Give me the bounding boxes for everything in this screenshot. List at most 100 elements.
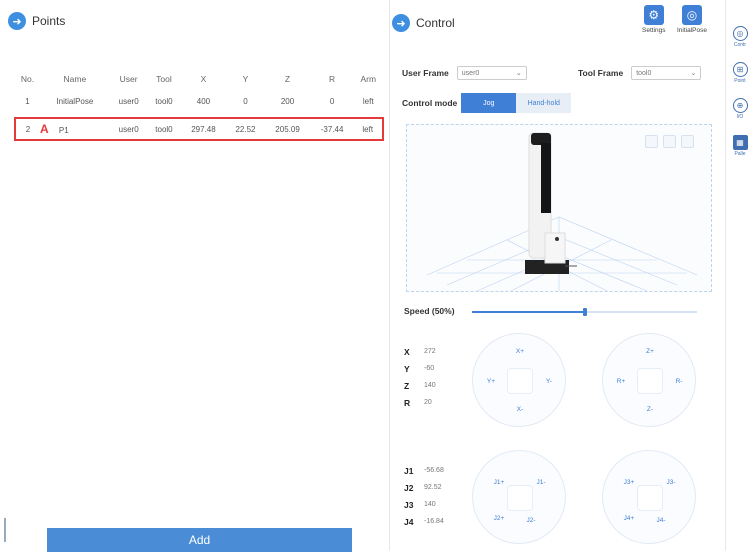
view-control-icon[interactable] xyxy=(681,135,694,148)
tool-frame-value: tool0 xyxy=(636,69,652,77)
coord-row: X 272 xyxy=(404,343,436,360)
sidebar-item-io[interactable]: ⊕ I/O xyxy=(729,98,750,120)
joint-row: J2 92.52 xyxy=(404,479,444,496)
sidebar-item-pallet[interactable]: ▦ Palle xyxy=(729,135,750,157)
column-header-x: X xyxy=(200,74,207,84)
sidebar-item-points[interactable]: ⊞ Point xyxy=(729,62,750,84)
cell-user: user0 xyxy=(109,117,148,141)
table-header-row: No. Name User Tool X Y Z R Arm xyxy=(15,68,383,90)
sidebar-item-label: Contr xyxy=(733,42,747,48)
column-header-user: User xyxy=(119,74,138,84)
jog-j1-plus-button[interactable]: J1+ xyxy=(487,479,511,486)
jog-pad-j1-j2: J1+ J1- J2+ J2- xyxy=(472,450,566,544)
joint-axis: J2 xyxy=(404,482,414,493)
cell-user: user0 xyxy=(118,96,139,106)
joint-value: -16.84 xyxy=(424,518,444,525)
jog-j3-minus-button[interactable]: J3- xyxy=(659,479,683,486)
tool-frame-select[interactable]: tool0 ⌄ xyxy=(631,66,702,80)
arrow-right-icon[interactable]: ➜ xyxy=(8,12,26,30)
initial-pose-button[interactable]: ◎ InitialPose xyxy=(677,5,707,34)
cell-name: A P1 xyxy=(40,117,110,141)
column-header-arm: Arm xyxy=(360,74,377,84)
joint-value: 92.52 xyxy=(424,484,442,491)
jog-x-minus-button[interactable]: X- xyxy=(508,406,532,413)
point-name: P1 xyxy=(58,126,69,135)
points-title: Points xyxy=(32,14,66,28)
joint-value: -56.68 xyxy=(424,467,444,474)
cell-x: 400 xyxy=(196,96,211,106)
control-header: ➜ Control xyxy=(392,14,455,32)
initial-pose-icon: ◎ xyxy=(682,5,702,25)
jog-j4-plus-button[interactable]: J4+ xyxy=(617,515,641,522)
cell-y: 22.52 xyxy=(226,117,265,141)
sidebar-item-label: I/O xyxy=(736,114,744,120)
jog-pad-j3-j4: J3+ J3- J4+ J4- xyxy=(602,450,696,544)
settings-button[interactable]: ⚙ Settings xyxy=(642,5,666,34)
cell-x: 297.48 xyxy=(180,117,227,141)
annotation-marker: A xyxy=(40,122,49,136)
cell-tool: tool0 xyxy=(147,117,181,141)
jog-j2-plus-button[interactable]: J2+ xyxy=(487,515,511,522)
jog-j1-minus-button[interactable]: J1- xyxy=(529,479,553,486)
tool-frame-label: Tool Frame xyxy=(578,68,624,78)
coord-value: 140 xyxy=(424,382,436,389)
user-frame-label: User Frame xyxy=(402,68,449,78)
scrollbar[interactable] xyxy=(4,518,6,542)
chevron-down-icon: ⌄ xyxy=(690,70,697,77)
column-header-tool: Tool xyxy=(156,74,172,84)
table-row-selected[interactable]: 2 A P1 user0 tool0 297.48 22.52 205.09 -… xyxy=(14,117,384,141)
jog-y-plus-button[interactable]: Y+ xyxy=(479,378,503,385)
view-control-icon[interactable] xyxy=(645,135,658,148)
speed-slider[interactable] xyxy=(472,308,697,316)
points-header: ➜ Points xyxy=(8,12,65,30)
user-frame-row: User Frame user0 ⌄ xyxy=(402,66,527,80)
cell-y: 0 xyxy=(243,96,248,106)
control-mode-row: Control mode Jog Hand-hold xyxy=(402,93,572,113)
io-icon: ⊕ xyxy=(732,98,748,113)
points-icon: ⊞ xyxy=(732,62,748,77)
joint-row: J3 140 xyxy=(404,496,444,513)
control-panel: ➜ Control ⚙ Settings ◎ InitialPose User … xyxy=(390,0,725,551)
cell-name: InitialPose xyxy=(56,96,94,106)
mode-jog-button[interactable]: Jog xyxy=(461,93,517,113)
view-control-icon[interactable] xyxy=(663,135,676,148)
cartesian-readout: X 272 Y -60 Z 140 R 20 xyxy=(404,343,436,411)
speed-slider-handle[interactable] xyxy=(582,308,587,316)
jog-r-minus-button[interactable]: R- xyxy=(667,378,691,385)
column-header-no: No. xyxy=(20,74,35,84)
jog-z-minus-button[interactable]: Z- xyxy=(638,406,662,413)
tool-frame-row: Tool Frame tool0 ⌄ xyxy=(578,66,702,80)
cell-z: 200 xyxy=(280,96,295,106)
sidebar-item-label: Palle xyxy=(734,151,746,157)
joint-axis: J3 xyxy=(404,499,414,510)
sidebar-item-control[interactable]: ◎ Contr xyxy=(729,26,750,48)
user-frame-select[interactable]: user0 ⌄ xyxy=(456,66,527,80)
jog-j2-minus-button[interactable]: J2- xyxy=(519,517,543,524)
jog-pad-center xyxy=(507,485,533,511)
sidebar-item-label: Point xyxy=(734,78,746,84)
add-button[interactable]: Add xyxy=(47,528,352,552)
jog-x-plus-button[interactable]: X+ xyxy=(508,348,532,355)
jog-z-plus-button[interactable]: Z+ xyxy=(638,348,662,355)
coord-value: -60 xyxy=(424,365,435,372)
joint-readout: J1 -56.68 J2 92.52 J3 140 J4 -16.84 xyxy=(404,462,444,530)
jog-pad-xy: X+ X- Y+ Y- xyxy=(472,333,566,427)
points-panel: ➜ Points No. Name User Tool X Y Z R Arm … xyxy=(0,0,390,552)
joint-axis: J4 xyxy=(404,516,414,527)
pallet-icon: ▦ xyxy=(732,135,748,150)
cell-r: 0 xyxy=(329,96,335,106)
sidebar: ◎ Contr ⊞ Point ⊕ I/O ▦ Palle xyxy=(725,0,750,551)
column-header-name: Name xyxy=(63,74,87,84)
coord-axis: Z xyxy=(404,380,410,391)
jog-r-plus-button[interactable]: R+ xyxy=(609,378,633,385)
coord-axis: R xyxy=(404,397,411,408)
arrow-right-icon[interactable]: ➜ xyxy=(392,14,410,32)
mode-handhold-button[interactable]: Hand-hold xyxy=(516,93,572,113)
table-row[interactable]: 1 InitialPose user0 tool0 400 0 200 0 le… xyxy=(15,90,383,112)
jog-j3-plus-button[interactable]: J3+ xyxy=(617,479,641,486)
settings-label: Settings xyxy=(642,27,666,34)
jog-y-minus-button[interactable]: Y- xyxy=(537,378,561,385)
jog-j4-minus-button[interactable]: J4- xyxy=(649,517,673,524)
robot-3d-viewport[interactable] xyxy=(406,124,712,292)
user-frame-value: user0 xyxy=(461,69,480,77)
